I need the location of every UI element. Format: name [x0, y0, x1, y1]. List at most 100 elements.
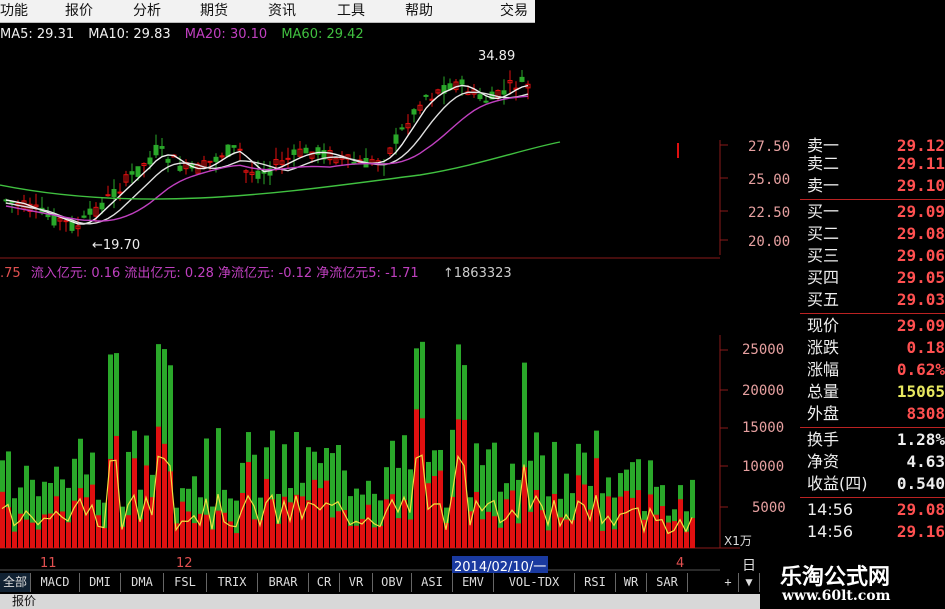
- volume-bar: [276, 523, 281, 548]
- volume-bar: [408, 519, 413, 548]
- stat-row: 现价 29.09: [807, 316, 945, 335]
- volume-bar: [210, 529, 215, 548]
- day-period-button[interactable]: 日: [742, 555, 756, 575]
- quote-panel: 卖一 29.12 卖二 29.11 卖一 29.10 买一 29.09 买二 29.08 …: [800, 135, 945, 549]
- volume-bar: [300, 496, 305, 548]
- candle: [159, 146, 165, 149]
- candle: [423, 94, 429, 97]
- divider: [800, 427, 945, 428]
- volume-bar: [498, 527, 503, 548]
- x-label: 11: [40, 556, 57, 571]
- candle: [177, 165, 183, 171]
- candle: [303, 147, 309, 154]
- volume-bar: [438, 470, 443, 548]
- volume-bar: [576, 475, 581, 548]
- candle: [501, 90, 507, 95]
- stat-row: 换手 1.28%: [807, 430, 945, 449]
- volume-tick: 25000: [742, 342, 785, 358]
- tab-cr[interactable]: CR: [309, 573, 340, 592]
- candle: [477, 94, 483, 100]
- ma60-line: [0, 141, 561, 200]
- tab-asi[interactable]: ASI: [412, 573, 453, 592]
- buy-row: 买二 29.08: [807, 224, 945, 243]
- tab-emv[interactable]: EMV: [453, 573, 494, 592]
- ma5-line: [5, 84, 529, 225]
- flow-tail: ↑1863323: [442, 266, 512, 281]
- tab-dma[interactable]: DMA: [121, 573, 164, 592]
- volume-bar: [612, 529, 617, 548]
- volume-bar: [156, 426, 161, 548]
- volume-bar: [504, 499, 509, 548]
- stock-chart[interactable]: [0, 0, 760, 572]
- price-tick: 25.00: [748, 172, 791, 188]
- volume-bar: [36, 529, 41, 548]
- tab-obv[interactable]: OBV: [373, 573, 412, 592]
- divider: [800, 497, 945, 498]
- divider: [800, 199, 945, 200]
- candle: [129, 171, 135, 175]
- high-price-label: 34.89: [478, 49, 516, 64]
- tab-trix[interactable]: TRIX: [207, 573, 258, 592]
- tab-wr[interactable]: WR: [616, 573, 647, 592]
- candle: [105, 194, 111, 197]
- candle: [225, 144, 231, 157]
- volume-bar: [414, 409, 419, 548]
- add-indicator-button[interactable]: +: [718, 573, 739, 592]
- buy-row: 买四 29.05: [807, 268, 945, 287]
- volume-bar: [264, 478, 269, 548]
- stat-row: 净资 4.63: [807, 452, 945, 471]
- tab-all[interactable]: 全部: [0, 573, 31, 592]
- low-price-label: ←19.70: [92, 238, 141, 253]
- more-indicators-button[interactable]: ▼: [739, 573, 760, 592]
- volume-bar: [546, 530, 551, 548]
- tick-row: 14:56 29.08: [807, 500, 945, 519]
- candle: [111, 189, 117, 197]
- price-tick: 27.50: [748, 139, 791, 155]
- tab-fsl[interactable]: FSL: [164, 573, 207, 592]
- buy-row: 买三 29.06: [807, 246, 945, 265]
- volume-tick: 10000: [742, 459, 785, 475]
- volume-bar: [672, 521, 677, 548]
- candle: [45, 214, 51, 218]
- tab-dmi[interactable]: DMI: [80, 573, 121, 592]
- money-flow-line: .75 流入亿元: 0.16 流出亿元: 0.28 净流亿元: -0.12 净流…: [0, 266, 720, 282]
- volume-bar: [168, 471, 173, 548]
- volume-bar: [600, 530, 605, 548]
- tab-brar[interactable]: BRAR: [258, 573, 309, 592]
- x-label: 12: [176, 556, 193, 571]
- volume-bar: [336, 511, 341, 548]
- volume-bar: [54, 496, 59, 548]
- volume-bar: [84, 497, 89, 548]
- volume-bar: [366, 504, 371, 548]
- volume-tick: 15000: [742, 420, 785, 436]
- volume-bar: [138, 519, 143, 548]
- sell-row: 卖二 29.11: [807, 154, 945, 173]
- ma10-line: [5, 91, 529, 225]
- volume-bar: [192, 523, 197, 548]
- volume-bar: [198, 513, 203, 548]
- volume-bar: [474, 491, 479, 548]
- tab-vol-tdx[interactable]: VOL-TDX: [494, 573, 575, 592]
- volume-bar: [630, 497, 635, 548]
- volume-bar: [480, 519, 485, 548]
- candle: [213, 156, 219, 162]
- volume-bar: [324, 480, 329, 548]
- candle: [207, 160, 213, 163]
- volume-bar: [90, 484, 95, 548]
- candle: [459, 79, 465, 85]
- tab-sar[interactable]: SAR: [647, 573, 688, 592]
- volume-bar: [0, 491, 5, 548]
- tab-macd[interactable]: MACD: [31, 573, 80, 592]
- volume-bar: [66, 522, 71, 548]
- volume-tick: 5000: [752, 500, 786, 516]
- status-text: 报价: [12, 594, 37, 608]
- candle: [117, 191, 123, 194]
- candle: [99, 202, 105, 210]
- volume-bar: [528, 511, 533, 548]
- tab-rsi[interactable]: RSI: [575, 573, 616, 592]
- volume-tick: 20000: [742, 383, 785, 399]
- tab-vr[interactable]: VR: [340, 573, 373, 592]
- candle: [135, 166, 141, 177]
- stat-row: 收益(四) 0.540: [807, 474, 945, 493]
- candle: [483, 100, 489, 103]
